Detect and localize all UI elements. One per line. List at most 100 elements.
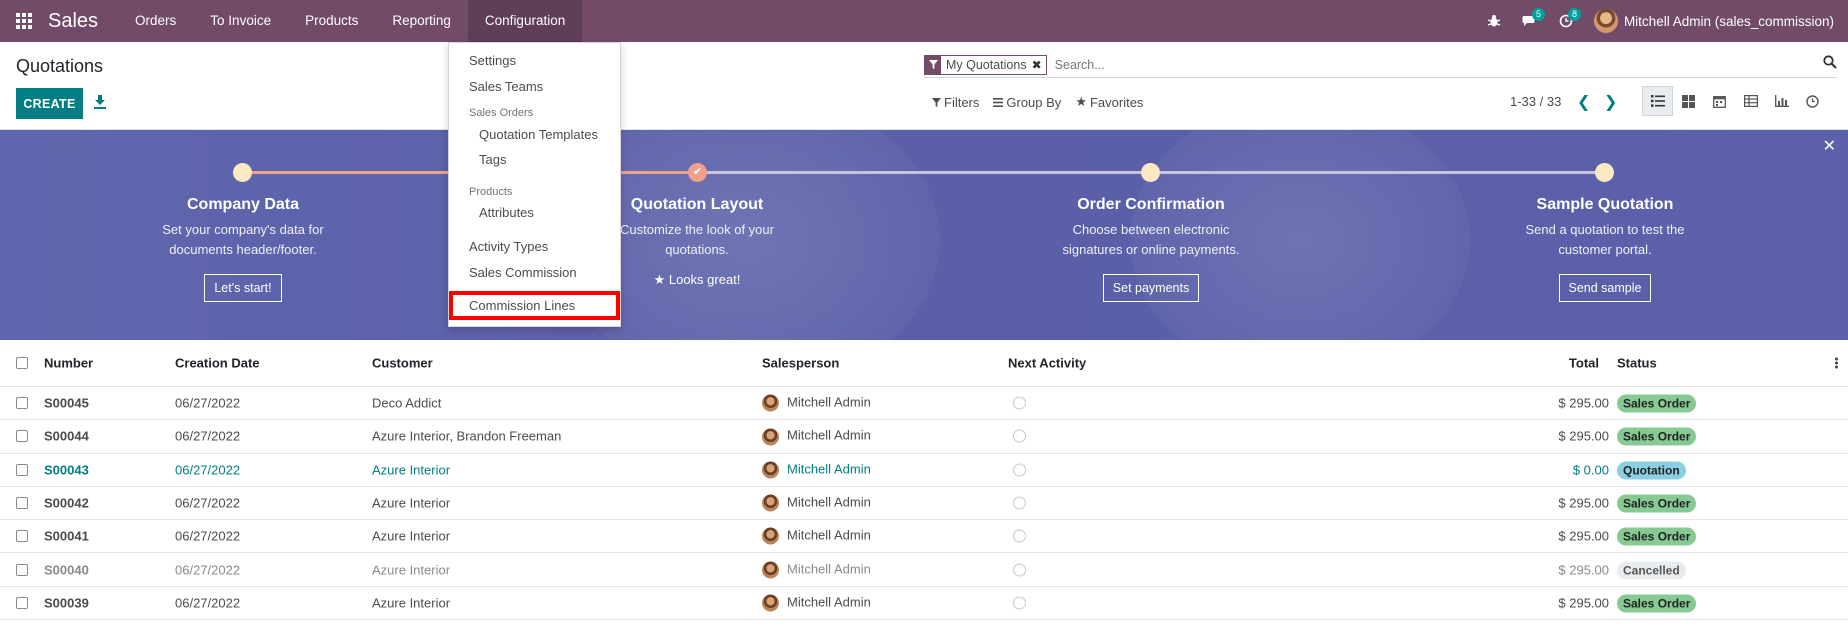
- step-title: Sample Quotation: [1536, 196, 1674, 213]
- search-input[interactable]: [1046, 57, 1837, 72]
- table-row[interactable]: S00041 06/27/2022 Azure Interior Mitchell A…: [0, 520, 1848, 554]
- quotations-table: Number Creation Date Customer Salesperso…: [0, 340, 1848, 621]
- step-desc: signatures or online payments.: [1062, 242, 1240, 257]
- menu-to-invoice[interactable]: To Invoice: [193, 0, 288, 42]
- select-all-checkbox[interactable]: [16, 357, 28, 369]
- apps-menu-icon[interactable]: [0, 0, 48, 42]
- configuration-dropdown: Settings Sales Teams Sales Orders Quotat…: [448, 42, 621, 327]
- banner-close-icon[interactable]: ✕: [1823, 136, 1836, 156]
- chat-icon[interactable]: 5: [1516, 0, 1545, 42]
- customer: Azure Interior: [372, 562, 451, 578]
- favorites-button[interactable]: ★ Favorites: [1075, 94, 1143, 110]
- top-navbar: Sales Orders To Invoice Products Reporti…: [0, 0, 1848, 42]
- step-desc: Choose between electronic: [1072, 222, 1230, 237]
- send-sample-button[interactable]: Send sample: [1558, 274, 1652, 302]
- row-checkbox[interactable]: [16, 397, 28, 410]
- table-row[interactable]: S00043 06/27/2022 Azure Interior Mitchell A…: [0, 454, 1848, 487]
- pager-next-icon[interactable]: ❯: [1604, 92, 1617, 112]
- groupby-button[interactable]: Group By: [993, 94, 1061, 110]
- search-bar: My Quotations ✖: [924, 52, 1837, 78]
- dropdown-quotation-templates[interactable]: Quotation Templates: [479, 127, 598, 142]
- salesperson-avatar: [762, 527, 779, 545]
- header-next-activity[interactable]: Next Activity: [1008, 356, 1086, 371]
- dropdown-settings[interactable]: Settings: [469, 53, 516, 68]
- table-row[interactable]: S00039 06/27/2022 Azure Interior Mitchell A…: [0, 587, 1848, 621]
- header-salesperson[interactable]: Salesperson: [762, 356, 839, 371]
- pivot-view-icon[interactable]: [1735, 86, 1766, 116]
- table-row[interactable]: S00042 06/27/2022 Azure Interior Mitchell A…: [0, 487, 1848, 521]
- list-view-icon[interactable]: [1642, 86, 1673, 116]
- dropdown-sales-commission[interactable]: Sales Commission: [469, 265, 577, 280]
- pager-previous-icon[interactable]: ❮: [1577, 92, 1590, 112]
- calendar-view-icon[interactable]: [1704, 86, 1735, 116]
- total-amount: $ 295.00: [1558, 528, 1609, 544]
- activity-badge: 8: [1567, 8, 1581, 21]
- activity-clock-icon[interactable]: 8: [1552, 0, 1581, 42]
- order-number: S00039: [44, 595, 89, 611]
- menu-reporting[interactable]: Reporting: [375, 0, 468, 42]
- salesperson-avatar: [762, 461, 779, 479]
- dropdown-tags[interactable]: Tags: [479, 152, 506, 167]
- dropdown-sales-teams[interactable]: Sales Teams: [469, 79, 543, 94]
- table-row[interactable]: S00045 06/27/2022 Deco Addict Mitchell Admi…: [0, 387, 1848, 421]
- menu-configuration[interactable]: Configuration: [467, 0, 583, 42]
- download-icon[interactable]: [93, 94, 109, 112]
- header-status[interactable]: Status: [1617, 356, 1657, 371]
- status-badge: Sales Order: [1617, 494, 1697, 513]
- set-payments-button[interactable]: Set payments: [1102, 274, 1200, 302]
- step-dot-order: [1141, 163, 1160, 182]
- row-checkbox[interactable]: [16, 596, 28, 609]
- activity-clock-icon[interactable]: [1013, 529, 1026, 543]
- activity-clock-icon[interactable]: [1013, 563, 1026, 577]
- salesperson: Mitchell Admin: [762, 395, 871, 412]
- star-icon: ★: [653, 272, 669, 287]
- lets-start-button[interactable]: Let's start!: [204, 274, 282, 302]
- filters-button[interactable]: Filters: [932, 94, 979, 110]
- salesperson: Mitchell Admin: [762, 428, 871, 445]
- activity-clock-icon[interactable]: [1013, 396, 1026, 410]
- search-facet[interactable]: My Quotations ✖: [924, 54, 1047, 75]
- order-number: S00044: [44, 428, 89, 444]
- row-checkbox[interactable]: [16, 497, 28, 510]
- creation-date: 06/27/2022: [175, 528, 241, 544]
- create-button[interactable]: CREATE: [16, 88, 83, 119]
- header-total[interactable]: Total: [1569, 356, 1599, 371]
- activity-clock-icon[interactable]: [1013, 429, 1026, 443]
- header-customer[interactable]: Customer: [372, 356, 433, 371]
- pager-value[interactable]: 1-33 / 33: [1510, 94, 1561, 109]
- table-row[interactable]: S00044 06/27/2022 Azure Interior, Brandon …: [0, 420, 1848, 454]
- menu-products[interactable]: Products: [288, 0, 375, 42]
- dropdown-commission-lines[interactable]: Commission Lines: [469, 298, 575, 313]
- status-badge: Sales Order: [1617, 527, 1697, 546]
- bug-icon[interactable]: [1480, 0, 1508, 42]
- user-menu[interactable]: Mitchell Admin (sales_commission): [1584, 0, 1848, 42]
- activity-clock-icon[interactable]: [1013, 596, 1026, 610]
- activity-clock-icon[interactable]: [1013, 463, 1026, 477]
- creation-date: 06/27/2022: [175, 595, 241, 611]
- order-number: S00040: [44, 562, 89, 578]
- dropdown-activity-types[interactable]: Activity Types: [469, 239, 548, 254]
- search-icon[interactable]: [1823, 55, 1837, 72]
- dropdown-attributes[interactable]: Attributes: [479, 205, 534, 220]
- customer: Azure Interior: [372, 495, 451, 511]
- customer: Azure Interior: [372, 528, 451, 544]
- header-number[interactable]: Number: [44, 356, 93, 371]
- graph-view-icon[interactable]: [1766, 86, 1797, 116]
- activity-clock-icon[interactable]: [1013, 496, 1026, 510]
- activity-view-icon[interactable]: [1797, 86, 1828, 116]
- app-brand[interactable]: Sales: [48, 10, 118, 33]
- row-checkbox[interactable]: [16, 530, 28, 543]
- optional-columns-icon[interactable]: [1835, 357, 1838, 370]
- step-desc: Send a quotation to test the: [1525, 222, 1685, 237]
- creation-date: 06/27/2022: [175, 462, 241, 478]
- row-checkbox[interactable]: [16, 563, 28, 576]
- kanban-view-icon[interactable]: [1673, 86, 1704, 116]
- menu-orders[interactable]: Orders: [118, 0, 193, 42]
- header-creation-date[interactable]: Creation Date: [175, 356, 260, 371]
- facet-close-icon[interactable]: ✖: [1032, 58, 1046, 72]
- table-row[interactable]: S00040 06/27/2022 Azure Interior Mitchell A…: [0, 553, 1848, 587]
- total-amount: $ 295.00: [1558, 395, 1609, 411]
- row-checkbox[interactable]: [16, 430, 28, 443]
- row-checkbox[interactable]: [16, 463, 28, 476]
- customer: Azure Interior: [372, 595, 451, 611]
